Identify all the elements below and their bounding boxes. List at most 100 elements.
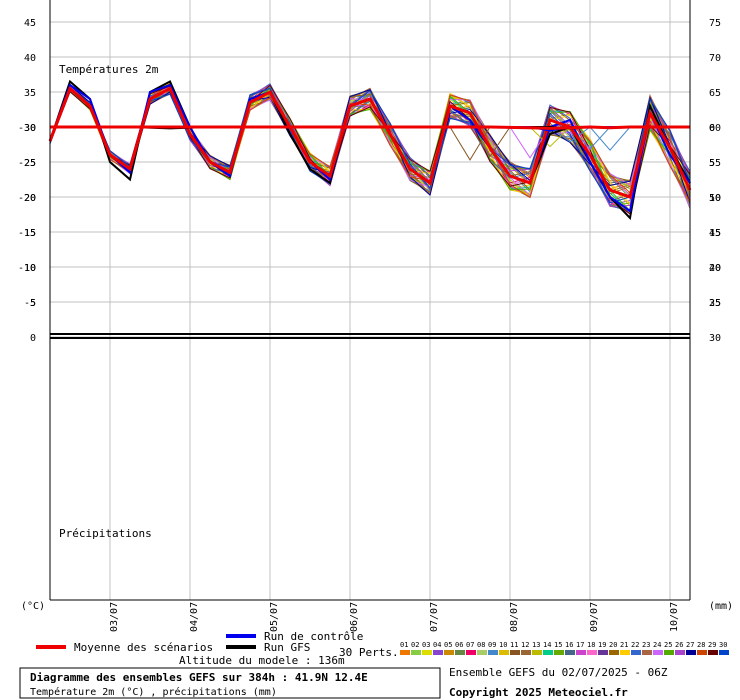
temp-left-tick: 40 <box>24 53 36 64</box>
temp-right-tick: 65 <box>709 88 721 99</box>
pert-number: 18 <box>587 641 595 649</box>
pert-swatch <box>422 650 432 655</box>
precip-right-tick: 25 <box>709 298 721 309</box>
pert-swatch <box>521 650 531 655</box>
x-tick-label: 05/07 <box>269 602 280 632</box>
precip-left-tick: -30 <box>18 123 36 134</box>
pert-swatch <box>543 650 553 655</box>
pert-swatch <box>565 650 575 655</box>
pert-number: 30 <box>719 641 727 649</box>
pert-swatch <box>587 650 597 655</box>
pert-swatch <box>532 650 542 655</box>
perts-legend-label: 30 Perts. <box>339 646 399 659</box>
precipitation-chart-title: Précipitations <box>59 527 152 540</box>
pert-number: 27 <box>686 641 694 649</box>
x-tick-label: 09/07 <box>589 602 600 632</box>
pert-swatch <box>719 650 729 655</box>
altitude-label: Altitude du modele : 136m <box>179 654 345 667</box>
pert-swatch <box>455 650 465 655</box>
x-tick-label: 07/07 <box>429 602 440 632</box>
right-axis-unit: (mm) <box>709 601 733 612</box>
pert-swatch <box>488 650 498 655</box>
x-tick-label: 06/07 <box>349 602 360 632</box>
pert-swatch <box>477 650 487 655</box>
pert-number: 04 <box>433 641 441 649</box>
pert-swatch <box>433 650 443 655</box>
temp-right-tick: 75 <box>709 18 721 29</box>
pert-swatch <box>686 650 696 655</box>
temp-left-tick: 35 <box>24 88 36 99</box>
pert-swatch <box>653 650 663 655</box>
pert-swatch <box>576 650 586 655</box>
temp-right-tick: 70 <box>709 53 721 64</box>
pert-swatch <box>499 650 509 655</box>
pert-number: 11 <box>510 641 518 649</box>
footer-title: Diagramme des ensembles GEFS sur 384h : … <box>30 671 368 684</box>
pert-swatch <box>642 650 652 655</box>
x-tick-label: 03/07 <box>109 602 120 632</box>
ensemble-members <box>49 82 691 215</box>
pert-number: 05 <box>444 641 452 649</box>
x-tick-label: 04/07 <box>189 602 200 632</box>
precip-left-tick: -25 <box>18 158 36 169</box>
pert-swatch <box>620 650 630 655</box>
precip-right-tick: 5 <box>709 158 715 169</box>
pert-swatch <box>697 650 707 655</box>
pert-swatch <box>598 650 608 655</box>
copyright: Copyright 2025 Meteociel.fr <box>449 686 628 699</box>
pert-number: 20 <box>609 641 617 649</box>
left-axis-unit: (°C) <box>21 601 45 612</box>
pert-swatch <box>631 650 641 655</box>
pert-number: 28 <box>697 641 705 649</box>
precip-left-tick: -20 <box>18 193 36 204</box>
precip-member-line <box>589 126 631 151</box>
pert-number: 12 <box>521 641 529 649</box>
pert-number: 23 <box>642 641 650 649</box>
run-info: Ensemble GEFS du 02/07/2025 - 06Z <box>449 666 668 679</box>
pert-number: 03 <box>422 641 430 649</box>
pert-number: 19 <box>598 641 606 649</box>
pert-number: 15 <box>554 641 562 649</box>
pert-number: 17 <box>576 641 584 649</box>
pert-swatch <box>510 650 520 655</box>
x-tick-label: 10/07 <box>669 602 680 632</box>
temperature-chart-title: Températures 2m <box>59 63 159 76</box>
pert-number: 29 <box>708 641 716 649</box>
footer-subtitle: Température 2m (°C) , précipitations (mm… <box>30 686 277 698</box>
temp-right-tick: 30 <box>709 333 721 344</box>
precip-right-tick: 15 <box>709 228 721 239</box>
mean-legend-label: Moyenne des scénarios <box>74 641 213 654</box>
pert-swatch <box>675 650 685 655</box>
pert-number: 08 <box>477 641 485 649</box>
temp-left-tick: 45 <box>24 18 36 29</box>
temp-left-tick: 0 <box>30 333 36 344</box>
pert-number: 10 <box>499 641 507 649</box>
pert-number: 21 <box>620 641 628 649</box>
pert-number: 16 <box>565 641 573 649</box>
pert-number: 01 <box>400 641 408 649</box>
precip-right-tick: 0 <box>709 123 715 134</box>
pert-number: 26 <box>675 641 683 649</box>
precip-left-tick: -5 <box>24 298 36 309</box>
pert-swatch <box>466 650 476 655</box>
pert-swatch <box>411 650 421 655</box>
pert-number: 07 <box>466 641 474 649</box>
pert-swatch <box>609 650 619 655</box>
pert-number: 14 <box>543 641 551 649</box>
pert-number: 02 <box>411 641 419 649</box>
pert-swatch <box>554 650 564 655</box>
precip-right-tick: 10 <box>709 193 721 204</box>
pert-swatch <box>664 650 674 655</box>
perturbations-legend: 01 02 03 04 05 06 07 08 09 10 11 12 13 14 15 16 17 18 19 20… <box>400 641 729 655</box>
pert-number: 09 <box>488 641 496 649</box>
pert-number: 13 <box>532 641 540 649</box>
precip-right-tick: 20 <box>709 263 721 274</box>
pert-number: 25 <box>664 641 672 649</box>
precip-left-tick: -15 <box>18 228 36 239</box>
mean-precip-line <box>50 125 690 130</box>
ensemble-diagram: 45403530252015105075706560555045403530-5… <box>18 0 733 699</box>
pert-number: 22 <box>631 641 639 649</box>
pert-number: 06 <box>455 641 463 649</box>
pert-swatch <box>708 650 718 655</box>
precip-left-tick: -10 <box>18 263 36 274</box>
